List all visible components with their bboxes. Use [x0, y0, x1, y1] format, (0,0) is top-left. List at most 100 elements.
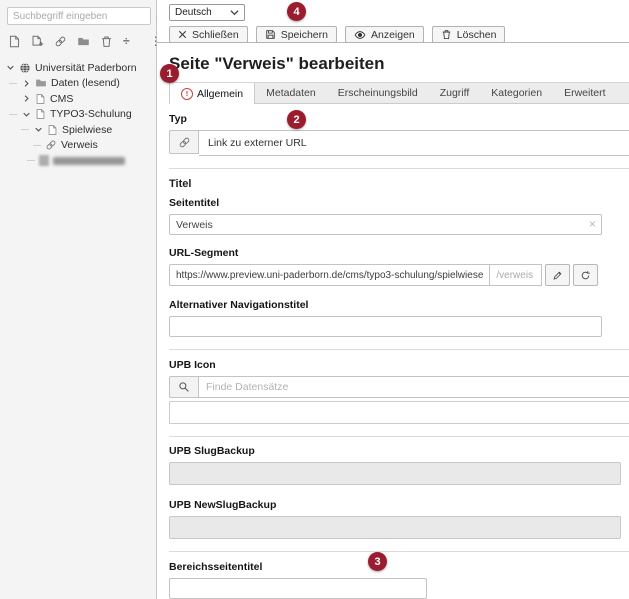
save-button[interactable]: Speichern — [255, 26, 337, 43]
annotation-marker-3: 3 — [368, 552, 387, 571]
upb-icon-selected-list[interactable] — [169, 401, 629, 424]
tab-label: Zugriff — [439, 87, 470, 99]
tree-connector — [33, 144, 41, 146]
upb-icon-search-group — [169, 376, 629, 398]
site-globe-icon — [19, 62, 31, 74]
tab-label: Erweitert — [564, 87, 606, 99]
tree-connector — [9, 82, 17, 84]
form-content: Seite "Verweis" bearbeiten Allgemein Met… — [157, 43, 629, 599]
typ-select[interactable]: Link zu externer URL — [199, 130, 629, 156]
close-icon — [178, 30, 187, 39]
save-icon — [266, 30, 275, 39]
url-segment-prefix: https://www.preview.uni-paderborn.de/cms… — [169, 264, 491, 286]
chevron-right-icon[interactable] — [21, 94, 31, 104]
tree-item-spielwiese[interactable]: Spielwiese — [0, 122, 156, 138]
tree-item-label: TYPO3-Schulung — [50, 108, 132, 121]
redacted-label — [53, 156, 125, 165]
chevron-down-icon[interactable] — [21, 109, 31, 119]
seitentitel-label: Seitentitel — [169, 197, 220, 209]
section-divider — [169, 436, 629, 437]
alt-nav-title-input[interactable] — [169, 316, 602, 337]
pencil-icon — [553, 271, 562, 280]
doc-header-buttons: Schließen Speichern Anzeigen Löschen — [169, 26, 629, 43]
page-title: Seite "Verweis" bearbeiten — [169, 54, 385, 73]
tree-connector — [21, 129, 29, 131]
close-button-label: Schließen — [192, 28, 239, 41]
section-divider — [169, 168, 629, 169]
new-recycler-icon[interactable] — [100, 35, 113, 48]
tab-metadaten[interactable]: Metadaten — [255, 83, 327, 103]
recalculate-slug-button[interactable] — [573, 264, 599, 286]
tree-search-input[interactable] — [7, 7, 151, 25]
new-page-icon[interactable] — [8, 35, 21, 48]
doc-header: Deutsch Schließen Speichern Anzeigen Lös… — [157, 0, 629, 43]
save-button-label: Speichern — [280, 28, 328, 41]
tree-item-cms[interactable]: CMS — [0, 91, 156, 107]
tree-search-row: ‹ — [0, 0, 160, 25]
tab-erweitert[interactable]: Erweitert — [553, 83, 616, 103]
bereich-title-input[interactable] — [169, 578, 427, 599]
tree-item-daten[interactable]: Daten (lesend) — [0, 76, 156, 92]
language-select-value: Deutsch — [175, 7, 212, 18]
page-icon — [47, 124, 58, 136]
page-icon — [35, 93, 46, 105]
validation-error-icon — [181, 87, 193, 100]
new-slug-backup-label: UPB NewSlugBackup — [169, 499, 277, 511]
slug-backup-label: UPB SlugBackup — [169, 445, 255, 457]
new-link-page-icon[interactable] — [54, 35, 67, 48]
tab-zugriff[interactable]: Zugriff — [429, 83, 481, 103]
annotation-marker-2: 2 — [287, 110, 306, 129]
chevron-down-icon[interactable] — [33, 125, 43, 135]
new-page-plus-icon[interactable] — [31, 35, 44, 48]
redacted-page-icon — [39, 155, 49, 167]
clear-icon[interactable]: × — [589, 218, 596, 230]
edit-slug-button[interactable] — [545, 264, 571, 286]
new-divider-icon[interactable]: ÷ — [123, 35, 130, 47]
tree-item-verweis[interactable]: Verweis — [0, 138, 156, 154]
url-segment-input[interactable]: /verweis — [490, 264, 543, 286]
tab-label: Erscheinungsbild — [337, 87, 418, 99]
link-icon — [45, 139, 57, 151]
url-segment-group: https://www.preview.uni-paderborn.de/cms… — [169, 264, 629, 286]
tree-toolbar: ÷ ⋮ — [0, 25, 162, 52]
view-button[interactable]: Anzeigen — [344, 26, 424, 43]
close-button[interactable]: Schließen — [169, 26, 248, 43]
tree-item-label: CMS — [50, 92, 74, 105]
tree-item-typo3-schulung[interactable]: TYPO3-Schulung — [0, 107, 156, 123]
titel-legend: Titel — [169, 178, 192, 190]
tree-item-redacted[interactable] — [0, 153, 156, 169]
chevron-right-icon[interactable] — [21, 78, 31, 88]
upb-icon-search-input[interactable] — [199, 376, 629, 398]
trash-icon — [442, 30, 451, 40]
tab-label: Kategorien — [491, 87, 543, 99]
seitentitel-input[interactable] — [169, 214, 602, 235]
delete-button[interactable]: Löschen — [431, 26, 506, 43]
section-divider — [169, 349, 629, 350]
tab-allgemein[interactable]: Allgemein — [169, 83, 256, 104]
new-folder-icon[interactable] — [77, 35, 90, 48]
alt-nav-title-label: Alternativer Navigationstitel — [169, 299, 309, 311]
tree-connector — [9, 113, 17, 115]
chevron-down-icon[interactable] — [5, 63, 15, 73]
page-tree-sidebar: ‹ ÷ ⋮ Universität Paderborn — [0, 0, 162, 599]
tab-kategorien[interactable]: Kategorien — [480, 83, 553, 103]
annotation-marker-1: 1 — [160, 64, 179, 83]
annotation-marker-4: 4 — [287, 2, 306, 21]
view-button-label: Anzeigen — [370, 28, 415, 41]
tab-label: Metadaten — [266, 87, 316, 99]
tab-erscheinungsbild[interactable]: Erscheinungsbild — [327, 83, 429, 103]
typ-select-value: Link zu externer URL — [208, 137, 307, 149]
seitentitel-field: × — [169, 214, 602, 235]
url-segment-label: URL-Segment — [169, 247, 239, 259]
chevron-down-icon — [230, 10, 239, 16]
tree-item-label: Spielwiese — [62, 123, 113, 136]
refresh-icon — [582, 270, 591, 279]
typ-label: Typ — [169, 113, 187, 125]
bereich-title-label: Bereichsseitentitel — [169, 561, 263, 573]
tree-item-label: Daten (lesend) — [51, 77, 120, 90]
section-divider — [169, 551, 629, 552]
link-icon — [169, 130, 199, 154]
tree-item-root[interactable]: Universität Paderborn — [0, 60, 156, 76]
language-select[interactable]: Deutsch — [169, 4, 245, 21]
page-tree: Universität Paderborn Daten (lesend) CMS — [0, 60, 156, 169]
